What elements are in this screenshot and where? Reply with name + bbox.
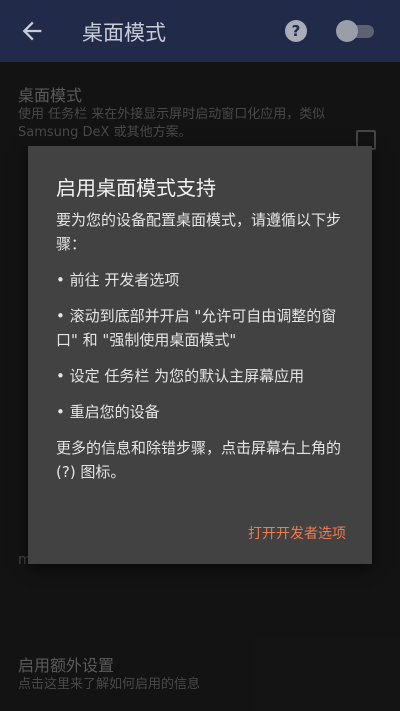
app-bar: 桌面模式 ? xyxy=(0,0,400,62)
back-arrow-icon[interactable] xyxy=(18,17,46,45)
help-icon[interactable]: ? xyxy=(285,20,307,42)
switch-thumb[interactable] xyxy=(336,20,358,42)
dialog-step: • 设定 任务栏 为您的默认主屏幕应用 xyxy=(56,367,305,385)
page-title: 桌面模式 xyxy=(82,21,166,45)
dialog-step: • 滚动到底部并开启 "允许可自由调整的窗口" 和 "强制使用桌面模式" xyxy=(56,307,337,349)
dialog-step: • 前往 开发者选项 xyxy=(56,271,180,289)
dialog-body: 要为您的设备配置桌面模式，请遵循以下步骤： • 前往 开发者选项 • 滚动到底部… xyxy=(56,208,356,496)
dialog-intro: 要为您的设备配置桌面模式，请遵循以下步骤： xyxy=(56,211,342,253)
dialog-title: 启用桌面模式支持 xyxy=(56,176,216,200)
dialog-footer: 更多的信息和除错步骤，点击屏幕右上角的 (?) 图标。 xyxy=(56,439,342,481)
open-developer-options-button[interactable]: 打开开发者选项 xyxy=(248,523,346,543)
dialog-step: • 重启您的设备 xyxy=(56,403,160,421)
enable-desktop-mode-dialog: 启用桌面模式支持 要为您的设备配置桌面模式，请遵循以下步骤： • 前往 开发者选… xyxy=(28,146,372,564)
